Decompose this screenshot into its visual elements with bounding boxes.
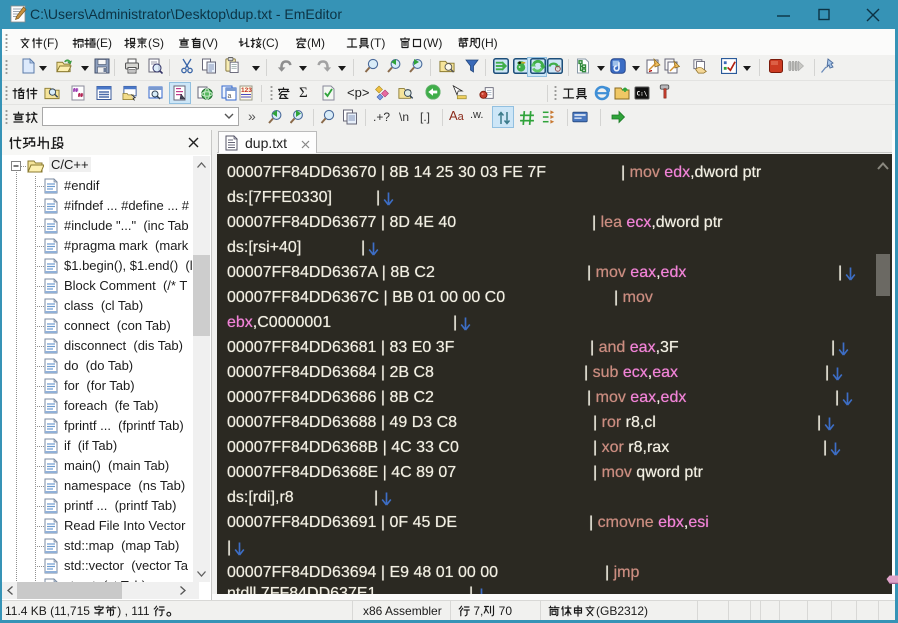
svg-text:a: a: [228, 93, 232, 100]
svg-text:123: 123: [241, 87, 252, 94]
svg-text:C:\: C:\: [637, 91, 648, 98]
